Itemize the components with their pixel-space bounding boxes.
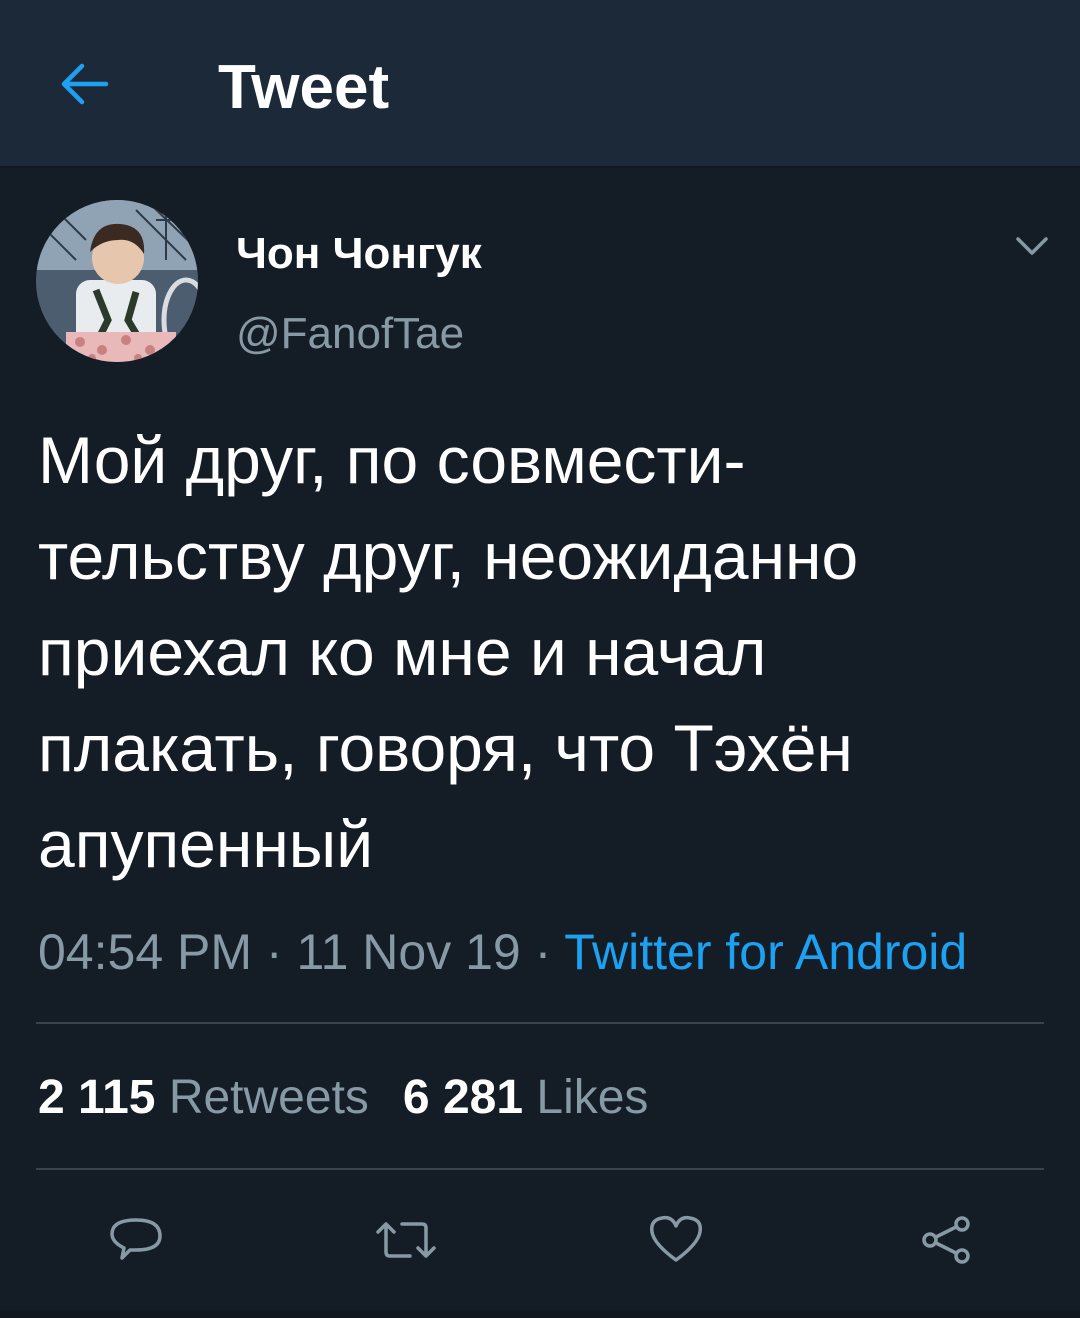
retweets-label: Retweets [168, 1071, 369, 1124]
tweet-stats: 2 115 Retweets 6 281 Likes [38, 1070, 648, 1126]
tweet-source-link[interactable]: Twitter for Android [564, 924, 967, 980]
share-button[interactable] [906, 1200, 986, 1280]
share-icon [922, 1216, 970, 1264]
author-display-name[interactable]: Чон Чонгук [236, 228, 482, 280]
likes-count: 6 281 [402, 1071, 524, 1124]
like-button[interactable] [636, 1200, 716, 1280]
back-button[interactable] [52, 52, 116, 116]
heart-icon [649, 1215, 703, 1262]
reply-bubble-icon [110, 1218, 162, 1260]
tweet-meta: 04:54 PM · 11 Nov 19 · Twitter for Andro… [38, 922, 967, 982]
likes-stat[interactable]: 6 281 Likes [403, 1071, 649, 1124]
tweet-screen: Tweet Чон Чонгук @FanofTae Мой друг, по … [0, 0, 1080, 1318]
bottom-edge [0, 1310, 1080, 1318]
meta-separator: · [534, 924, 552, 980]
tweet-actions-bar [0, 1200, 1080, 1280]
tweet-date: 11 Nov 19 [296, 924, 521, 980]
likes-label: Likes [536, 1071, 649, 1124]
author-handle[interactable]: @FanofTae [236, 308, 464, 360]
arrow-left-icon [61, 63, 109, 105]
divider [36, 1022, 1044, 1024]
meta-separator: · [265, 924, 283, 980]
page-title: Tweet [218, 53, 390, 122]
divider [36, 1168, 1044, 1170]
avatar-photo [36, 200, 198, 362]
chevron-down-icon [1016, 237, 1048, 255]
reply-button[interactable] [96, 1200, 176, 1280]
avatar[interactable] [36, 200, 198, 362]
retweet-button[interactable] [366, 1200, 446, 1280]
tweet-menu-button[interactable] [1010, 226, 1054, 266]
tweet-time: 04:54 PM [38, 924, 253, 980]
retweets-count: 2 115 [38, 1071, 156, 1124]
tweet-text: Мой друг, по совмести- тельству друг, не… [38, 423, 859, 881]
retweet-icon [376, 1222, 436, 1258]
top-app-bar: Tweet [0, 0, 1080, 168]
retweets-stat[interactable]: 2 115 Retweets [38, 1071, 369, 1124]
